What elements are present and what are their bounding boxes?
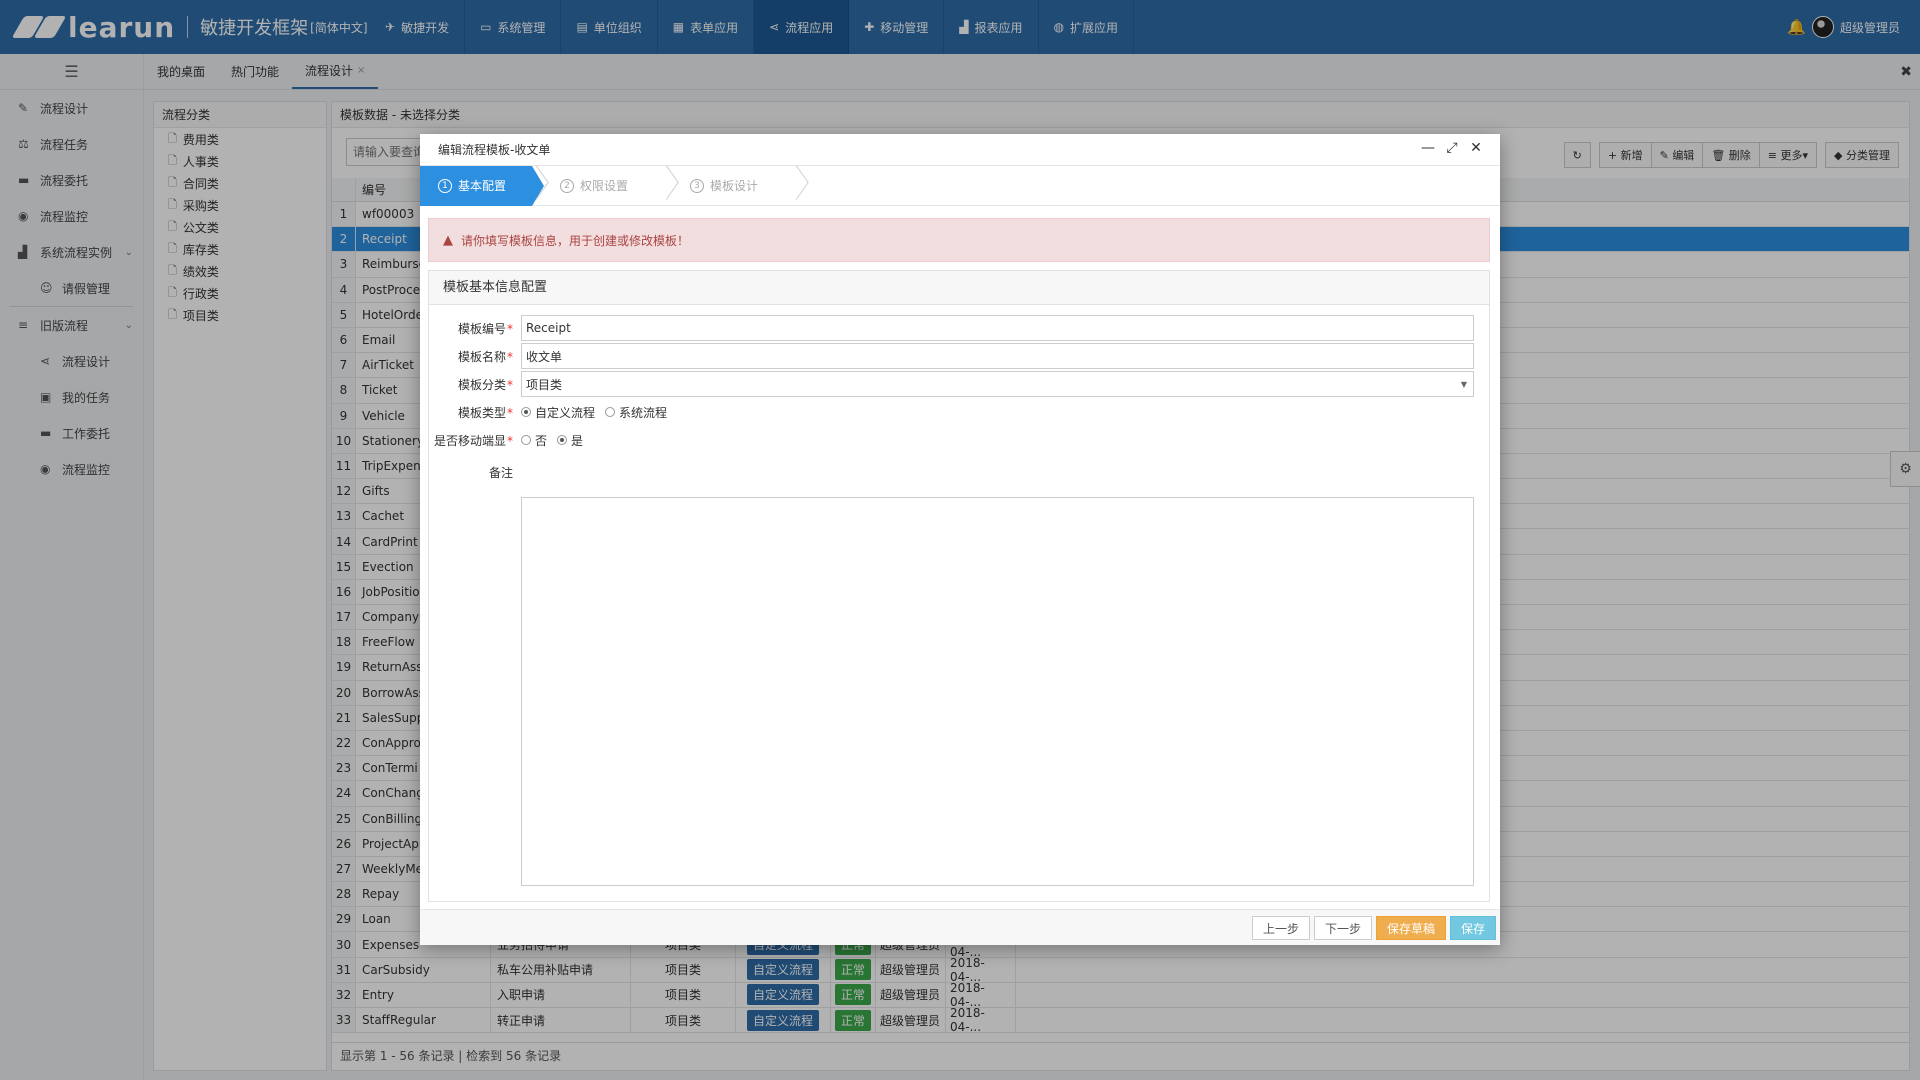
mobile-display-radios: 否 是	[521, 432, 593, 449]
dialog-footer: 上一步 下一步 保存草稿 保存	[420, 909, 1500, 945]
code-label: 模板编号*	[457, 321, 513, 336]
form-panel: 模板基本信息配置 模板编号* Receipt 模板名称* 收文单 模板分类* 项…	[428, 270, 1490, 902]
mobile-label: 是否移动端显*	[433, 433, 513, 448]
field-row-remark: 备注	[429, 459, 1491, 485]
step-label: 模板设计	[710, 179, 759, 193]
minimize-icon[interactable]: —	[1416, 140, 1440, 156]
info-alert: ▲ 请你填写模板信息，用于创建或修改模板！	[428, 218, 1490, 262]
name-label: 模板名称*	[457, 349, 513, 364]
save-button[interactable]: 保存	[1449, 916, 1496, 940]
edit-template-dialog: 编辑流程模板-收文单 — ⤢ ✕ 1 基本配置 2 权限设置 3 模板设计 ▲ 请你填写模…	[420, 134, 1500, 945]
template-code-input[interactable]: Receipt	[521, 315, 1474, 341]
mobile-yes-radio[interactable]: 是	[557, 432, 583, 449]
type-system-radio[interactable]: 系统流程	[605, 404, 667, 421]
field-row-mobile: 是否移动端显* 否 是	[429, 427, 1491, 453]
step-label: 权限设置	[580, 179, 629, 193]
category-label: 模板分类*	[457, 377, 513, 392]
alert-text: 请你填写模板信息，用于创建或修改模板！	[461, 233, 690, 248]
template-category-select[interactable]: 项目类 ▼	[521, 371, 1474, 397]
mobile-no-radio[interactable]: 否	[521, 432, 547, 449]
dialog-title: 编辑流程模板-收文单	[420, 134, 1500, 166]
field-row-code: 模板编号* Receipt	[429, 315, 1491, 341]
remark-label: 备注	[488, 465, 513, 480]
step-chevron-icon	[792, 166, 802, 206]
template-name-input[interactable]: 收文单	[521, 343, 1474, 369]
step-chevron-icon	[662, 166, 672, 206]
template-type-radios: 自定义流程 系统流程	[521, 404, 677, 421]
step-number: 1	[438, 178, 452, 193]
caret-down-icon: ▼	[1460, 380, 1467, 389]
maximize-icon[interactable]: ⤢	[1440, 140, 1464, 156]
step-chevron-icon	[532, 166, 542, 206]
close-icon[interactable]: ✕	[1464, 140, 1488, 156]
dialog-footer-buttons: 上一步 下一步 保存草稿 保存	[1248, 916, 1496, 940]
step-label: 基本配置	[458, 179, 507, 193]
step-number: 3	[690, 178, 704, 193]
wizard-step-2[interactable]: 2 权限设置	[542, 166, 662, 206]
wizard-step-3[interactable]: 3 模板设计	[672, 166, 792, 206]
dialog-controls: — ⤢ ✕	[1416, 140, 1488, 156]
field-row-type: 模板类型* 自定义流程 系统流程	[429, 399, 1491, 425]
wizard-steps: 1 基本配置 2 权限设置 3 模板设计	[420, 165, 1500, 206]
save-draft-button[interactable]: 保存草稿	[1375, 916, 1446, 940]
type-label: 模板类型*	[457, 405, 513, 420]
next-step-button[interactable]: 下一步	[1313, 916, 1372, 940]
remark-textarea[interactable]	[521, 497, 1474, 886]
warning-icon: ▲	[443, 232, 453, 248]
form-panel-title: 模板基本信息配置	[429, 271, 1489, 305]
step-number: 2	[560, 178, 574, 193]
field-row-category: 模板分类* 项目类 ▼	[429, 371, 1491, 397]
type-custom-radio[interactable]: 自定义流程	[521, 404, 595, 421]
field-row-name: 模板名称* 收文单	[429, 343, 1491, 369]
prev-step-button[interactable]: 上一步	[1251, 916, 1310, 940]
category-selected-value: 项目类	[526, 377, 563, 392]
wizard-step-1[interactable]: 1 基本配置	[420, 165, 544, 206]
